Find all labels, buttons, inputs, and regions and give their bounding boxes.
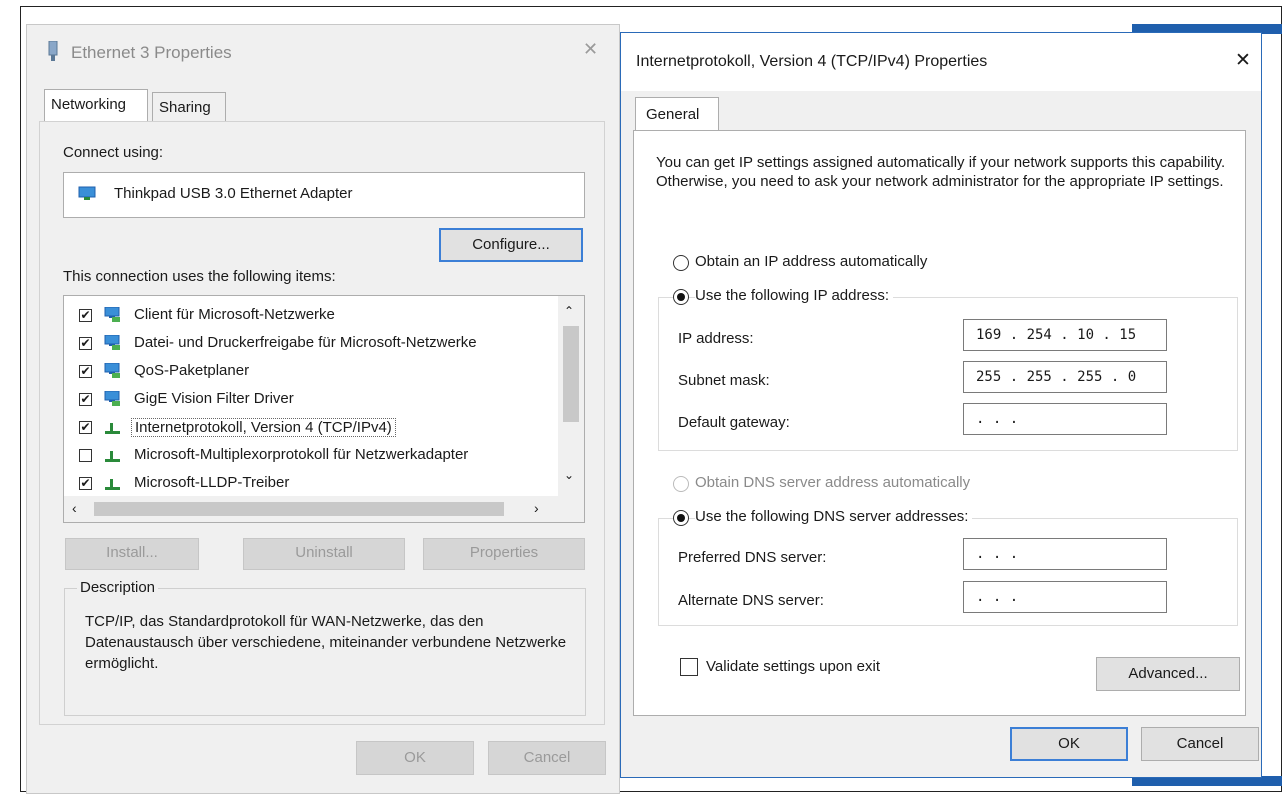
item-label: Datei- und Druckerfreigabe für Microsoft… (134, 334, 477, 351)
scroll-up-icon[interactable]: ⌃ (564, 304, 574, 318)
description-text: TCP/IP, das Standardprotokoll für WAN-Ne… (85, 613, 567, 672)
advanced-button[interactable]: Advanced... (1096, 657, 1240, 691)
networking-panel: Connect using: Thinkpad USB 3.0 Ethernet… (39, 121, 605, 725)
use-following-dns-label[interactable]: Use the following DNS server addresses: (695, 508, 973, 525)
obtain-ip-auto-radio[interactable] (673, 255, 689, 271)
alternate-dns-field[interactable]: . . . (963, 581, 1167, 613)
list-item[interactable]: ✔ QoS-Paketplaner (64, 358, 558, 386)
configure-button[interactable]: Configure... (439, 228, 583, 262)
tab-networking[interactable]: Networking (44, 89, 148, 121)
ethernet-properties-window: Ethernet 3 Properties ✕ Networking Shari… (26, 24, 620, 794)
item-label: GigE Vision Filter Driver (134, 390, 294, 407)
subnet-mask-label: Subnet mask: (678, 372, 770, 389)
network-protocol-icon (104, 419, 122, 434)
item-label: Client für Microsoft-Netzwerke (134, 306, 335, 323)
tab-general-label: General (646, 106, 700, 123)
scroll-thumb[interactable] (563, 326, 579, 422)
description-group: Description TCP/IP, das Standardprotokol… (64, 579, 586, 716)
obtain-dns-auto-label[interactable]: Obtain DNS server address automatically (695, 474, 970, 491)
list-item[interactable]: ✔ Client für Microsoft-Netzwerke (64, 302, 558, 330)
alternate-dns-label: Alternate DNS server: (678, 592, 824, 609)
description-label: Description (77, 579, 159, 596)
ip-address-field[interactable]: 169 . 254 . 10 . 15 (963, 319, 1167, 351)
item-checkbox[interactable]: ✔ (79, 309, 92, 322)
item-checkbox[interactable]: ✔ (79, 337, 92, 350)
use-following-ip-label[interactable]: Use the following IP address: (695, 287, 893, 304)
ipv4-properties-window: Internetprotokoll, Version 4 (TCP/IPv4) … (620, 32, 1262, 778)
close-icon[interactable]: ✕ (583, 39, 598, 60)
subnet-mask-field[interactable]: 255 . 255 . 255 . 0 (963, 361, 1167, 393)
vertical-scrollbar[interactable]: ⌃ ⌄ (558, 296, 584, 496)
cancel-button[interactable]: Cancel (1141, 727, 1259, 761)
window-title: Ethernet 3 Properties (71, 43, 232, 62)
scroll-down-icon[interactable]: ⌄ (564, 468, 574, 482)
install-button[interactable]: Install... (65, 538, 199, 570)
properties-button[interactable]: Properties (423, 538, 585, 570)
window-title: Internetprotokoll, Version 4 (TCP/IPv4) … (636, 53, 988, 70)
uninstall-button[interactable]: Uninstall (243, 538, 405, 570)
adapter-name: Thinkpad USB 3.0 Ethernet Adapter (114, 185, 353, 202)
close-icon[interactable]: ✕ (1235, 49, 1251, 72)
preferred-dns-label: Preferred DNS server: (678, 549, 827, 566)
tab-general[interactable]: General (635, 97, 719, 131)
items-list[interactable]: ✔ Client für Microsoft-Netzwerke ✔ Datei- u… (63, 295, 585, 523)
default-gateway-label: Default gateway: (678, 414, 790, 431)
list-item[interactable]: ✔ Datei- und Druckerfreigabe für Microsof… (64, 330, 558, 358)
item-checkbox[interactable]: ✔ (79, 477, 92, 490)
preferred-dns-field[interactable]: . . . (963, 538, 1167, 570)
item-label: Microsoft-LLDP-Treiber (134, 474, 290, 491)
network-service-icon (104, 334, 122, 350)
validate-label[interactable]: Validate settings upon exit (706, 658, 880, 675)
tab-networking-label: Networking (51, 96, 127, 113)
intro-text: You can get IP settings assigned automat… (656, 154, 1226, 190)
list-item[interactable]: ✔ GigE Vision Filter Driver (64, 386, 558, 414)
item-checkbox[interactable] (79, 449, 92, 462)
network-protocol-icon (104, 475, 122, 490)
items-label: This connection uses the following items… (63, 268, 336, 285)
item-checkbox[interactable]: ✔ (79, 393, 92, 406)
use-following-dns-radio[interactable] (673, 510, 689, 526)
scroll-right-icon[interactable]: › (534, 500, 539, 516)
ok-button[interactable]: OK (356, 741, 474, 775)
obtain-dns-auto-radio[interactable] (673, 476, 689, 492)
h-scroll-thumb[interactable] (94, 502, 504, 516)
network-service-icon (104, 390, 122, 406)
item-checkbox[interactable]: ✔ (79, 365, 92, 378)
default-gateway-field[interactable]: . . . (963, 403, 1167, 435)
network-client-icon (104, 306, 122, 322)
adapter-box: Thinkpad USB 3.0 Ethernet Adapter (63, 172, 585, 218)
network-adapter-icon (78, 186, 96, 200)
tab-sharing[interactable]: Sharing (152, 92, 226, 122)
scroll-left-icon[interactable]: ‹ (72, 500, 77, 516)
cancel-button[interactable]: Cancel (488, 741, 606, 775)
list-item[interactable]: ✔ Internetprotokoll, Version 4 (TCP/IPv4) (64, 414, 558, 442)
item-label: Microsoft-Multiplexorprotokoll für Netzw… (134, 446, 469, 463)
item-checkbox[interactable]: ✔ (79, 421, 92, 434)
general-panel: You can get IP settings assigned automat… (633, 130, 1246, 716)
item-label: QoS-Paketplaner (134, 362, 250, 379)
use-following-ip-radio[interactable] (673, 289, 689, 305)
network-service-icon (104, 362, 122, 378)
connect-using-label: Connect using: (63, 144, 164, 161)
item-label: Internetprotokoll, Version 4 (TCP/IPv4) (131, 418, 396, 437)
network-protocol-icon (104, 447, 122, 462)
network-adapter-icon (46, 40, 60, 63)
ok-button[interactable]: OK (1010, 727, 1128, 761)
list-item[interactable]: Microsoft-Multiplexorprotokoll für Netzw… (64, 442, 558, 470)
ip-address-label: IP address: (678, 330, 754, 347)
obtain-ip-auto-label[interactable]: Obtain an IP address automatically (695, 253, 927, 270)
tab-sharing-label: Sharing (159, 99, 211, 116)
horizontal-scrollbar[interactable]: ‹ › (64, 496, 584, 522)
list-item[interactable]: ✔ Microsoft-LLDP-Treiber (64, 470, 558, 498)
validate-checkbox[interactable] (680, 658, 698, 676)
